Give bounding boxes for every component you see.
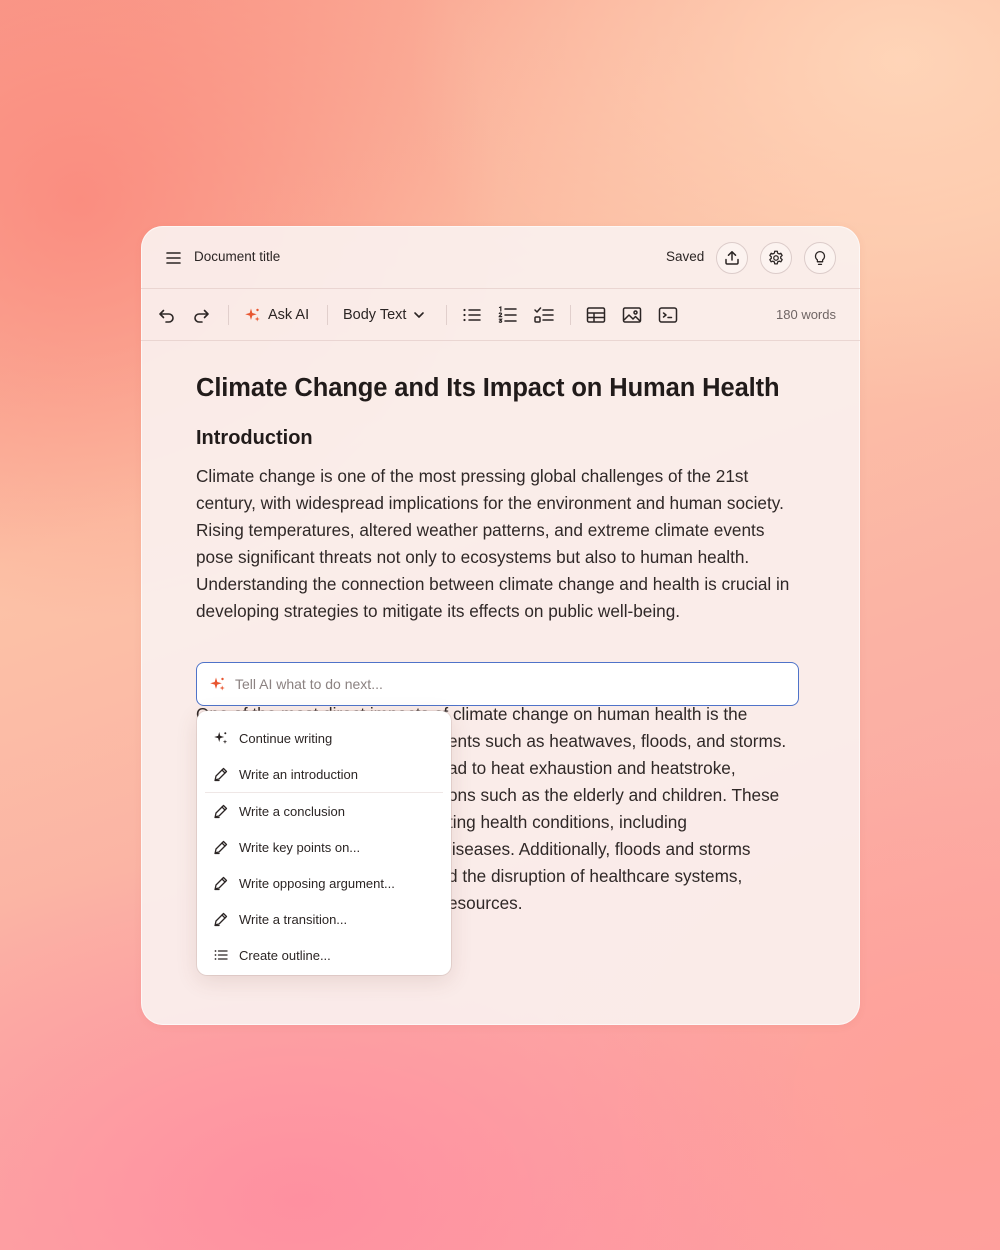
numbered-list-icon [497,305,519,325]
pen-icon [213,911,229,927]
insert-image-button[interactable] [621,302,643,328]
upload-icon [723,249,741,267]
ask-ai-label: Ask AI [268,307,310,323]
ask-ai-button[interactable]: Ask AI [244,302,309,328]
image-icon [621,305,643,325]
document-title[interactable]: Document title [194,249,280,264]
redo-icon [191,305,211,325]
numbered-list-button[interactable] [497,302,519,328]
menu-item-label: Write opposing argument... [239,875,395,891]
sparkle-icon [209,675,227,693]
menu-item-continue-writing[interactable]: Continue writing [197,720,451,756]
menu-item-label: Write a transition... [239,911,348,927]
list-icon [213,947,229,963]
menu-item-label: Write an introduction [239,766,358,782]
settings-button[interactable] [760,242,792,274]
undo-icon [157,305,177,325]
toolbar-divider [446,305,447,325]
title-bar: Document title Saved [141,226,860,289]
menu-item-write-opposing-argument[interactable]: Write opposing argument... [197,865,451,901]
menu-item-label: Continue writing [239,730,333,746]
redo-button[interactable] [191,302,211,328]
menu-item-write-transition[interactable]: Write a transition... [197,901,451,937]
menu-item-label: Write key points on... [239,839,361,855]
insert-code-button[interactable] [657,302,679,328]
section-heading: Introduction [196,427,313,449]
menu-item-write-conclusion[interactable]: Write a conclusion [197,793,451,829]
pen-icon [213,766,229,782]
settings-icon [767,249,785,267]
code-block-icon [657,305,679,325]
text-style-label: Body Text [343,307,407,323]
menu-item-write-introduction[interactable]: Write an introduction [197,756,451,792]
document-heading: Climate Change and Its Impact on Human H… [196,374,780,402]
editor-window: Document title Saved Ask AI Body Text 18… [141,226,860,1025]
table-icon [585,305,607,325]
sparkle-icon [213,730,229,746]
word-count: 180 words [776,307,836,322]
upload-button[interactable] [716,242,748,274]
menu-item-create-outline[interactable]: Create outline... [197,937,451,973]
menu-item-label: Create outline... [239,947,331,963]
ai-prompt-box[interactable] [196,662,799,706]
save-status: Saved [666,249,705,264]
sparkle-icon [244,306,262,324]
bullet-list-icon [461,305,483,325]
undo-button[interactable] [157,302,177,328]
toolbar-divider [228,305,229,325]
text-style-dropdown[interactable]: Body Text [343,302,426,328]
menu-item-write-key-points[interactable]: Write key points on... [197,829,451,865]
ai-prompt-input[interactable] [235,676,775,692]
lightbulb-icon [811,249,829,267]
menu-icon[interactable] [163,247,185,269]
chevron-down-icon [412,308,426,322]
pen-icon [213,803,229,819]
menu-item-label: Write a conclusion [239,803,345,819]
pen-icon [213,875,229,891]
checklist-icon [533,305,555,325]
ideas-button[interactable] [804,242,836,274]
insert-table-button[interactable] [585,302,607,328]
paragraph: Climate change is one of the most pressi… [196,466,790,621]
toolbar-divider [327,305,328,325]
toolbar-divider [570,305,571,325]
bullet-list-button[interactable] [461,302,483,328]
ai-suggestions-menu: Continue writing Write an introduction W… [197,711,451,975]
checklist-button[interactable] [533,302,555,328]
formatting-toolbar: Ask AI Body Text 180 words [141,289,860,341]
pen-icon [213,839,229,855]
